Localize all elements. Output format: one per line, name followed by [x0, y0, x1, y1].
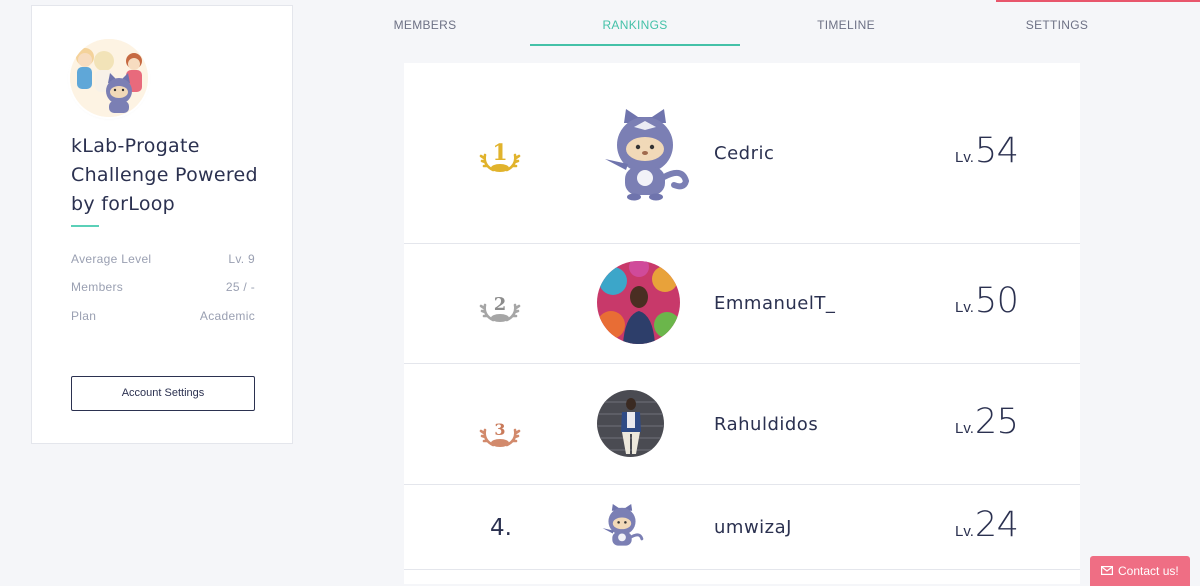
medal-rank-number: 3 — [494, 420, 505, 439]
user-level: Lv.50 — [955, 281, 1019, 321]
username[interactable]: umwizaJ — [714, 517, 792, 538]
stat-plan: Plan Academic — [71, 309, 255, 327]
level-prefix: Lv. — [955, 523, 974, 540]
username[interactable]: EmmanuelT_ — [714, 293, 835, 314]
group-avatar — [70, 39, 148, 117]
stat-value: 25 / - — [225, 280, 255, 294]
user-avatar — [597, 390, 664, 457]
level-prefix: Lv. — [955, 299, 974, 316]
level-prefix: Lv. — [955, 149, 974, 166]
user-avatar — [597, 261, 680, 344]
tab-settings[interactable]: SETTINGS — [952, 0, 1162, 46]
silver-medal-icon: 2 — [479, 294, 521, 322]
level-number: 54 — [974, 131, 1019, 171]
ranking-row[interactable]: 2 EmmanuelT_ Lv.50 — [404, 243, 1080, 364]
group-name: kLab-Progate Challenge Powered by forLoo… — [71, 135, 258, 215]
ranking-row[interactable]: 1 Cedric Lv.54 — [404, 63, 1080, 244]
contact-us-button[interactable]: Contact us! — [1090, 556, 1190, 586]
level-number: 24 — [974, 505, 1019, 545]
tab-rankings[interactable]: RANKINGS — [530, 0, 740, 46]
group-illustration-icon — [70, 39, 148, 117]
medal-rank-number: 1 — [492, 140, 507, 166]
account-settings-button[interactable]: Account Settings — [71, 376, 255, 411]
user-level: Lv.25 — [955, 402, 1019, 442]
stat-members: Members 25 / - — [71, 280, 255, 298]
ranking-list: 1 Cedric Lv.54 2 EmmanuelT_ Lv.50 3 Rahu… — [404, 63, 1080, 584]
tab-members[interactable]: MEMBERS — [320, 0, 530, 46]
user-photo-icon — [597, 390, 664, 457]
gold-medal-icon: 1 — [479, 140, 521, 172]
group-info-card: kLab-Progate Challenge Powered by forLoo… — [31, 5, 293, 444]
level-prefix: Lv. — [955, 420, 974, 437]
ranking-row[interactable]: 3 Rahuldidos Lv.25 — [404, 364, 1080, 485]
username[interactable]: Rahuldidos — [714, 414, 818, 435]
mail-icon — [1101, 566, 1113, 575]
rank-number: 4. — [490, 515, 512, 541]
stat-value: Lv. 9 — [228, 252, 255, 266]
bronze-medal-icon: 3 — [479, 420, 521, 447]
user-level: Lv.24 — [955, 505, 1019, 545]
ninja-mascot-avatar-icon — [605, 109, 690, 201]
stat-value: Academic — [199, 309, 255, 323]
group-tabs: MEMBERS RANKINGS TIMELINE SETTINGS — [320, 0, 1162, 46]
medal-rank-number: 2 — [494, 294, 507, 315]
stat-label: Average Level — [71, 252, 152, 266]
user-level: Lv.54 — [955, 131, 1019, 171]
tab-timeline[interactable]: TIMELINE — [741, 0, 951, 46]
contact-us-label: Contact us! — [1118, 564, 1179, 578]
user-photo-icon — [597, 261, 680, 344]
stat-label: Plan — [71, 309, 97, 323]
username[interactable]: Cedric — [714, 143, 774, 164]
level-number: 25 — [974, 402, 1019, 442]
ranking-row[interactable]: 4. umwizaJ Lv.24 — [404, 485, 1080, 570]
ninja-mascot-avatar-icon — [602, 503, 644, 546]
stat-label: Members — [71, 280, 124, 294]
level-number: 50 — [974, 281, 1019, 321]
stat-average-level: Average Level Lv. 9 — [71, 252, 255, 270]
title-underline — [71, 225, 99, 227]
